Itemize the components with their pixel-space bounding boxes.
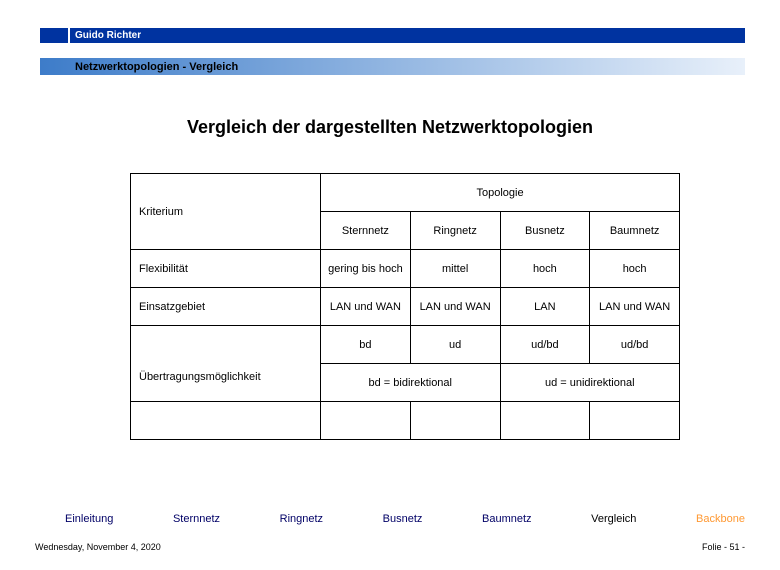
- nav-vergleich[interactable]: Vergleich: [591, 513, 636, 525]
- decor-square-1: [40, 28, 68, 43]
- header: Guido Richter Netzwerktopologien - Vergl…: [0, 0, 780, 82]
- table-row: Einsatzgebiet LAN und WAN LAN und WAN LA…: [131, 288, 680, 326]
- topologie-header: Topologie: [321, 174, 680, 212]
- cell: ud/bd: [590, 326, 680, 364]
- col-baumnetz: Baumnetz: [590, 212, 680, 250]
- breadcrumb: Netzwerktopologien - Vergleich: [75, 61, 238, 73]
- nav-ringnetz[interactable]: Ringnetz: [280, 513, 323, 525]
- row-label: Flexibilität: [131, 250, 321, 288]
- empty-row: [131, 402, 680, 440]
- cell: hoch: [500, 250, 590, 288]
- author-bar: Guido Richter: [70, 28, 745, 43]
- cell: LAN und WAN: [410, 288, 500, 326]
- author-name: Guido Richter: [75, 30, 141, 41]
- row-label: Einsatzgebiet: [131, 288, 321, 326]
- legend-ud: ud = unidirektional: [500, 364, 680, 402]
- cell: LAN und WAN: [590, 288, 680, 326]
- breadcrumb-bar: Netzwerktopologien - Vergleich: [40, 58, 745, 75]
- cell: gering bis hoch: [321, 250, 411, 288]
- cell: mittel: [410, 250, 500, 288]
- col-busnetz: Busnetz: [500, 212, 590, 250]
- cell: LAN und WAN: [321, 288, 411, 326]
- footer-date: Wednesday, November 4, 2020: [35, 542, 161, 552]
- cell: hoch: [590, 250, 680, 288]
- footer: Wednesday, November 4, 2020 Folie - 51 -: [35, 542, 745, 552]
- footer-page: Folie - 51 -: [702, 542, 745, 552]
- comparison-table: Kriterium Topologie Sternnetz Ringnetz B…: [130, 173, 680, 440]
- table-row: Flexibilität gering bis hoch mittel hoch…: [131, 250, 680, 288]
- nav-sternnetz[interactable]: Sternnetz: [173, 513, 220, 525]
- cell: LAN: [500, 288, 590, 326]
- table-row: Übertragungsmöglichkeit bd ud ud/bd ud/b…: [131, 326, 680, 364]
- col-sternnetz: Sternnetz: [321, 212, 411, 250]
- row-label: Übertragungsmöglichkeit: [131, 326, 321, 402]
- cell: ud: [410, 326, 500, 364]
- kriterium-header: Kriterium: [131, 174, 321, 250]
- nav-baumnetz[interactable]: Baumnetz: [482, 513, 532, 525]
- nav-einleitung[interactable]: Einleitung: [65, 513, 113, 525]
- nav-bar: Einleitung Sternnetz Ringnetz Busnetz Ba…: [65, 513, 745, 525]
- nav-busnetz[interactable]: Busnetz: [383, 513, 423, 525]
- cell: ud/bd: [500, 326, 590, 364]
- cell: bd: [321, 326, 411, 364]
- col-ringnetz: Ringnetz: [410, 212, 500, 250]
- page-title: Vergleich der dargestellten Netzwerktopo…: [0, 117, 780, 138]
- legend-bd: bd = bidirektional: [321, 364, 500, 402]
- nav-backbone[interactable]: Backbone: [696, 513, 745, 525]
